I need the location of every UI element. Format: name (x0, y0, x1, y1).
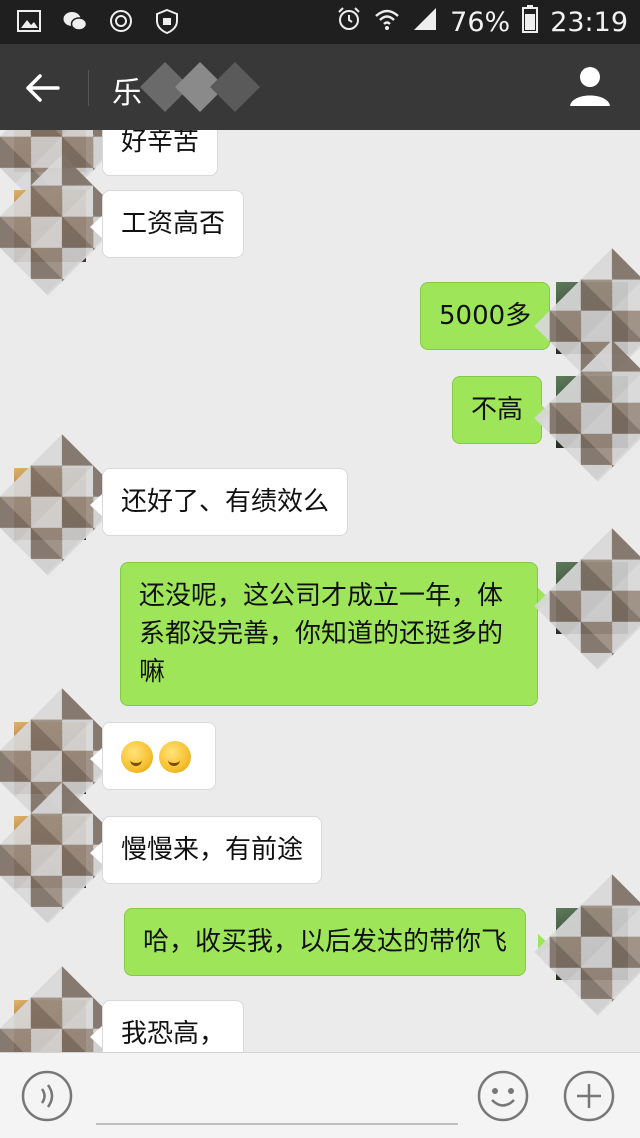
message-bubble-incoming[interactable]: 工资高否 (102, 190, 245, 258)
voice-icon (21, 1070, 73, 1122)
smiley-icon (477, 1070, 529, 1122)
message-bubble-outgoing[interactable]: 不高 (452, 376, 543, 444)
signal-icon (412, 6, 438, 39)
message-input-bar (0, 1052, 640, 1138)
message-bubble-incoming[interactable]: 还好了、有绩效么 (102, 468, 349, 536)
message-bubble-incoming[interactable]: 慢慢来，有前途 (102, 816, 323, 884)
message-text: 不高 (471, 395, 524, 425)
chat-info-button[interactable] (568, 64, 612, 108)
message-bubble-incoming[interactable] (102, 722, 216, 790)
thinking-face-icon (159, 740, 191, 773)
title-mosaic-blur (140, 62, 260, 112)
system-status: 76% 23:19 (336, 4, 628, 40)
voice-button[interactable] (20, 1069, 74, 1123)
message-text: 哈，收买我，以后发达的带你飞 (143, 927, 508, 957)
more-button[interactable] (562, 1069, 616, 1123)
message-bubble-outgoing[interactable]: 还没呢，这公司才成立一年，体系都没完善，你知道的还挺多的嘛 (120, 562, 538, 706)
clock-time: 23:19 (550, 6, 628, 38)
message-text: 还没呢，这公司才成立一年，体系都没完善，你知道的还挺多的嘛 (139, 581, 504, 687)
message-bubble-incoming[interactable]: 好辛苦 (102, 130, 219, 176)
message-text: 慢慢来，有前途 (121, 835, 304, 865)
battery-icon (522, 4, 539, 40)
message-text: 还好了、有绩效么 (121, 487, 330, 517)
bubble-tail (90, 842, 102, 864)
message-bubble-outgoing[interactable]: 哈，收买我，以后发达的带你飞 (124, 908, 527, 976)
emoji-button[interactable] (476, 1069, 530, 1123)
bubble-tail (90, 216, 102, 238)
plus-icon (563, 1070, 615, 1122)
avatar-mosaic (534, 874, 640, 1016)
bubble-tail (90, 494, 102, 516)
bubble-tail (90, 748, 102, 770)
bubble-tail (90, 1026, 102, 1048)
wechat-icon (62, 8, 88, 38)
notification-icons (16, 8, 180, 38)
status-bar: 76% 23:19 (0, 0, 640, 44)
thinking-face-icon (121, 740, 153, 773)
gallery-icon (16, 8, 42, 38)
message-list[interactable]: 好辛苦 工资高否 5000多 不高 还好了、有绩效么 还没呢，这公司才成立一年，… (0, 130, 640, 1052)
target-icon (108, 8, 134, 38)
wifi-icon (374, 6, 400, 39)
chat-title-bar: 乐 (0, 44, 640, 130)
message-text: 好辛苦 (121, 130, 200, 157)
message-text: 5000多 (439, 301, 532, 331)
back-button[interactable] (22, 68, 62, 108)
shield-icon (154, 8, 180, 38)
person-icon (570, 67, 610, 106)
alarm-icon (336, 6, 362, 39)
title-divider (88, 70, 89, 106)
avatar-mosaic (534, 528, 640, 670)
message-bubble-outgoing[interactable]: 5000多 (420, 282, 551, 350)
message-text: 工资高否 (121, 209, 226, 239)
message-text: 我恐高， (121, 1019, 226, 1049)
arrow-left-icon (26, 74, 60, 102)
message-bubble-incoming[interactable]: 我恐高， (102, 1000, 245, 1052)
message-input[interactable] (96, 1067, 458, 1125)
battery-percent: 76% (450, 6, 511, 38)
